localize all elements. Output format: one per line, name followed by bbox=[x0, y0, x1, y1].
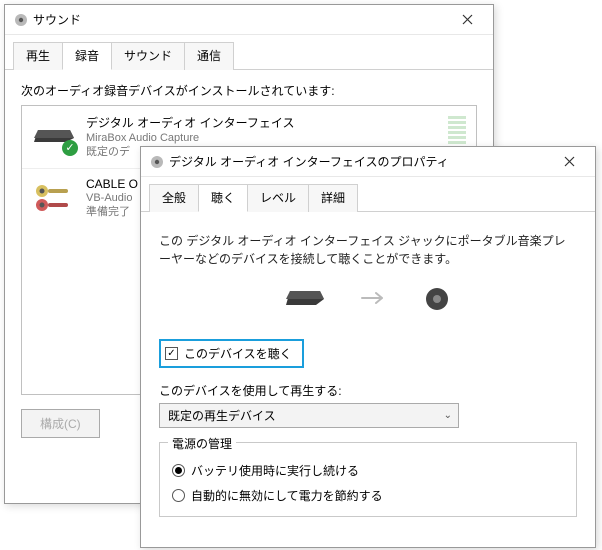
listen-checkbox-label: このデバイスを聴く bbox=[184, 345, 292, 362]
device-name: デジタル オーディオ インターフェイス bbox=[86, 114, 295, 131]
signal-diagram bbox=[159, 286, 577, 315]
device-driver: VB-Audio bbox=[86, 191, 138, 205]
power-management-legend: 電源の管理 bbox=[168, 435, 236, 452]
playback-device-value: 既定の再生デバイス bbox=[168, 407, 276, 424]
speaker-icon bbox=[13, 12, 29, 28]
properties-window: デジタル オーディオ インターフェイスのプロパティ 全般 聴く レベル 詳細 こ… bbox=[140, 146, 596, 548]
listen-description: この デジタル オーディオ インターフェイス ジャックにポータブル音楽プレーヤー… bbox=[159, 232, 577, 268]
power-radio-continue[interactable] bbox=[172, 464, 185, 477]
tab-record[interactable]: 録音 bbox=[62, 42, 112, 70]
device-name: CABLE O bbox=[86, 177, 138, 191]
playback-device-label: このデバイスを使用して再生する: bbox=[159, 382, 577, 399]
tab-sound[interactable]: サウンド bbox=[111, 42, 185, 70]
tab-level[interactable]: レベル bbox=[247, 184, 309, 212]
tab-playback[interactable]: 再生 bbox=[13, 42, 63, 70]
device-status: 準備完了 bbox=[86, 205, 138, 219]
close-icon bbox=[462, 14, 473, 25]
close-button[interactable] bbox=[549, 149, 589, 175]
close-button[interactable] bbox=[447, 7, 487, 33]
device-list-heading: 次のオーディオ録音デバイスがインストールされています: bbox=[21, 82, 477, 99]
speaker-output-icon bbox=[424, 286, 450, 315]
properties-titlebar: デジタル オーディオ インターフェイスのプロパティ bbox=[141, 147, 595, 177]
sound-tabs: 再生 録音 サウンド 通信 bbox=[5, 35, 493, 70]
audio-interface-icon: ✓ bbox=[32, 114, 76, 154]
tab-listen[interactable]: 聴く bbox=[198, 184, 248, 212]
audio-box-icon bbox=[286, 287, 326, 314]
properties-window-title: デジタル オーディオ インターフェイスのプロパティ bbox=[165, 153, 549, 170]
level-meter-icon bbox=[448, 114, 466, 144]
cable-icon bbox=[32, 177, 76, 217]
tab-general[interactable]: 全般 bbox=[149, 184, 199, 212]
tab-detail[interactable]: 詳細 bbox=[308, 184, 358, 212]
power-management-group: 電源の管理 バッテリ使用時に実行し続ける 自動的に無効にして電力を節約する bbox=[159, 442, 577, 517]
listen-checkbox[interactable]: ✓ bbox=[165, 347, 178, 360]
configure-button[interactable]: 構成(C) bbox=[21, 409, 100, 438]
chevron-down-icon: ⌄ bbox=[444, 410, 452, 421]
power-radio-disable-label: 自動的に無効にして電力を節約する bbox=[191, 487, 383, 504]
speaker-icon bbox=[149, 154, 165, 170]
device-driver: MiraBox Audio Capture bbox=[86, 131, 295, 145]
sound-window-title: サウンド bbox=[29, 11, 447, 28]
playback-device-select[interactable]: 既定の再生デバイス ⌄ bbox=[159, 403, 459, 428]
close-icon bbox=[564, 156, 575, 167]
listen-checkbox-highlight: ✓ このデバイスを聴く bbox=[159, 339, 304, 368]
tab-communication[interactable]: 通信 bbox=[184, 42, 234, 70]
default-check-icon: ✓ bbox=[62, 140, 78, 156]
properties-tabs: 全般 聴く レベル 詳細 bbox=[141, 177, 595, 212]
sound-titlebar: サウンド bbox=[5, 5, 493, 35]
power-radio-disable[interactable] bbox=[172, 489, 185, 502]
arrow-right-icon bbox=[360, 289, 390, 312]
power-radio-continue-label: バッテリ使用時に実行し続ける bbox=[191, 462, 359, 479]
